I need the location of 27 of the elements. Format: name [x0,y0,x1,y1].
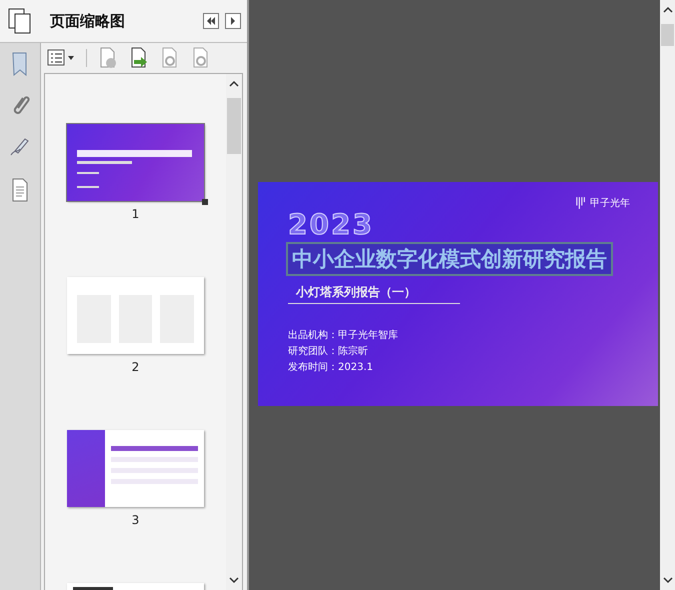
panel-title: 页面缩略图 [50,12,125,30]
slide-info-line: 研究团队：陈宗昕 [288,344,369,358]
scroll-up-icon[interactable] [662,6,672,14]
slide-title: 中小企业数字化模式创新研究报告 [286,242,613,276]
slide-info-line: 发布时间：2023.1 [288,360,374,374]
logo-text: 甲子光年 [590,196,630,210]
pages-icon[interactable] [8,8,32,34]
page-thumbnail[interactable] [67,430,204,507]
scroll-down-icon[interactable] [662,576,672,584]
logo-icon [576,196,586,210]
insert-page-icon[interactable] [129,47,149,69]
expand-icon[interactable] [225,13,241,29]
page-number: 3 [132,513,140,527]
scroll-down-icon[interactable] [229,576,239,584]
collapse-icon[interactable] [203,13,219,29]
page-number: 1 [132,207,140,221]
scroll-thumb[interactable] [661,24,674,46]
page-thumbnail[interactable] [67,277,204,354]
slide-year: 2023 [288,210,374,240]
scrollbar[interactable] [660,0,675,590]
page-number: 2 [132,360,140,374]
scroll-thumb[interactable] [227,98,241,154]
scrollbar[interactable] [226,74,242,590]
slide-info-line: 出品机构：甲子光年智库 [288,328,399,342]
options-icon[interactable] [47,49,75,67]
slide-subtitle: 小灯塔系列报告（一） [288,284,460,304]
scroll-up-icon[interactable] [229,80,239,88]
